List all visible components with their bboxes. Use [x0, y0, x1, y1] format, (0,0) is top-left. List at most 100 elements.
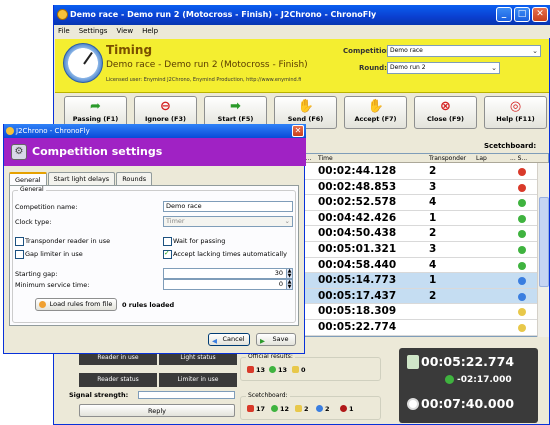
col-time[interactable]: Time	[318, 154, 333, 163]
scetchboard-title: Scetchboard:	[246, 392, 290, 399]
cell-transponder: 2	[429, 289, 437, 302]
toolbar-button-5[interactable]: ✋ Accept (F7)	[344, 96, 407, 129]
close-button[interactable]: ✕	[532, 7, 548, 22]
round-value: Demo run 2	[390, 64, 426, 71]
settings-gear-icon: ⚙	[11, 144, 27, 160]
spinner-icon[interactable]: ▲ ▼	[286, 279, 293, 290]
grid-scrollbar[interactable]	[537, 163, 549, 337]
tab-start-light-label: Start light delays	[53, 175, 110, 183]
status-icon	[518, 292, 526, 301]
table-row[interactable]: 00:05:17.437 2	[302, 288, 548, 305]
table-row[interactable]: 00:05:01.321 3	[302, 242, 548, 258]
clock-type-value: Timer	[166, 217, 185, 225]
status-icon	[518, 261, 526, 270]
table-row[interactable]: 00:05:18.309	[302, 304, 548, 320]
table-row[interactable]: 00:04:58.440 4	[302, 258, 548, 274]
cell-time: 00:04:58.440	[318, 258, 397, 271]
license-text: Licensed user: Enymind J2Chrono, Enymind…	[106, 77, 302, 83]
tab-start-light-delays[interactable]: Start light delays	[47, 172, 116, 185]
cancel-label: Cancel	[222, 335, 245, 343]
dialog-title-bar: J2Chrono - ChronoFly ✕	[4, 124, 306, 138]
save-button[interactable]: ▶ Save	[256, 333, 296, 346]
tab-rounds[interactable]: Rounds	[116, 172, 153, 185]
competition-name-input[interactable]: Demo race	[163, 201, 293, 212]
wait-for-passing-checkbox[interactable]: Wait for passing	[163, 237, 225, 246]
status-icon	[518, 168, 526, 176]
document-icon	[407, 355, 419, 369]
clock-type-select[interactable]: Timer ⌄	[163, 216, 293, 227]
competition-select[interactable]: Demo race ⌄	[387, 45, 541, 57]
red-flag-icon	[247, 405, 254, 412]
menu-view[interactable]: View	[116, 25, 133, 38]
table-row[interactable]: 00:02:44.128 2	[302, 164, 548, 180]
cell-time: 00:02:48.853	[318, 180, 397, 193]
transponder-reader-checkbox[interactable]: Transponder reader in use	[15, 237, 110, 246]
official-red-count: 13	[247, 366, 265, 374]
toolbar-button-6[interactable]: ⊗ Close (F9)	[414, 96, 477, 129]
window-title: Demo race - Demo run 2 (Motocross - Fini…	[70, 10, 377, 19]
green-check-icon	[269, 366, 276, 373]
cell-transponder: 2	[429, 227, 437, 240]
handshake-icon: ✋	[297, 99, 314, 114]
race-subtitle: Demo race - Demo run 2 (Motocross - Fini…	[106, 60, 308, 70]
cell-transponder: 3	[429, 180, 437, 193]
dialog-close-button[interactable]: ✕	[292, 125, 304, 137]
tab-general[interactable]: General	[9, 172, 47, 186]
cell-transponder: 4	[429, 196, 437, 209]
accept-lacking-times-checkbox[interactable]: Accept lacking times automatically	[163, 249, 287, 259]
gap-limiter-checkbox[interactable]: Gap limiter in use	[15, 250, 83, 259]
no-entry-icon: ⊖	[160, 99, 171, 114]
clock-panel: 00:05:22.774 -02:17.000 00:07:40.000	[399, 348, 538, 423]
table-row[interactable]: 00:02:52.578 4	[302, 195, 548, 211]
col-lap[interactable]: Lap	[476, 154, 487, 163]
current-time: 00:05:22.774	[421, 354, 515, 369]
reply-button[interactable]: Reply	[79, 404, 235, 417]
title-bar: Demo race - Demo run 2 (Motocross - Fini…	[54, 5, 550, 25]
table-row[interactable]: 00:04:42.426 1	[302, 211, 548, 227]
toolbar-button-7[interactable]: ◎ Help (F11)	[484, 96, 547, 129]
red-circle-icon	[340, 405, 347, 412]
toolbar-button-label: Start (F5)	[217, 115, 254, 123]
table-row[interactable]: 00:05:22.774	[302, 320, 548, 336]
load-rules-button[interactable]: Load rules from file	[35, 298, 117, 311]
min-service-time-value: 0	[278, 280, 283, 288]
scetchboard-label: Scetchboard:	[484, 142, 537, 150]
load-rules-label: Load rules from file	[49, 300, 113, 308]
chevron-down-icon: ⌄	[491, 64, 497, 72]
chevron-down-icon: ⌄	[284, 217, 290, 225]
min-service-time-input[interactable]: 0 ▲ ▼	[163, 279, 293, 290]
table-row[interactable]: 00:05:14.773 1	[302, 273, 548, 289]
menu-file[interactable]: File	[58, 25, 70, 38]
scetchboard-group: Scetchboard: 17 12 2 2 1	[240, 392, 381, 420]
minimize-button[interactable]: _	[496, 7, 512, 22]
table-row[interactable]: 00:02:48.853 3	[302, 180, 548, 196]
col-transponder[interactable]: Transponder	[429, 154, 466, 163]
competition-settings-dialog: J2Chrono - ChronoFly ✕ ⚙ Competition set…	[3, 124, 306, 354]
official-green-count: 13	[269, 366, 287, 374]
green-check-icon	[271, 405, 278, 412]
starting-gap-input[interactable]: 30 ▲ ▼	[163, 268, 293, 279]
folder-icon	[39, 301, 46, 308]
col-status[interactable]: ... S...	[510, 154, 527, 163]
scroll-thumb[interactable]	[539, 197, 549, 287]
clock-icon	[407, 398, 419, 410]
round-select[interactable]: Demo run 2 ⌄	[387, 62, 500, 74]
status-icon	[518, 324, 526, 332]
spinner-icon[interactable]: ▲ ▼	[286, 268, 293, 279]
general-group-title: General	[18, 186, 46, 193]
cell-time: 00:05:14.773	[318, 274, 397, 287]
handshake-icon: ✋	[367, 99, 384, 114]
total-time: 00:07:40.000	[421, 396, 515, 411]
official-results-group: Official results: 13 13 0	[240, 353, 381, 381]
cell-time: 00:04:50.438	[318, 227, 397, 240]
app-logo-icon	[6, 127, 14, 135]
menu-help[interactable]: Help	[142, 25, 158, 38]
cell-transponder: 4	[429, 258, 437, 271]
results-grid[interactable]: I... Time Transponder Lap ... S... 00:02…	[301, 153, 549, 337]
table-row[interactable]: 00:04:50.438 2	[302, 226, 548, 242]
maximize-button[interactable]: □	[514, 7, 530, 22]
reader-status-indicator: Reader status	[79, 373, 157, 387]
menu-settings[interactable]: Settings	[79, 25, 108, 38]
cell-transponder: 3	[429, 243, 437, 255]
cancel-button[interactable]: ◀ Cancel	[208, 333, 250, 346]
